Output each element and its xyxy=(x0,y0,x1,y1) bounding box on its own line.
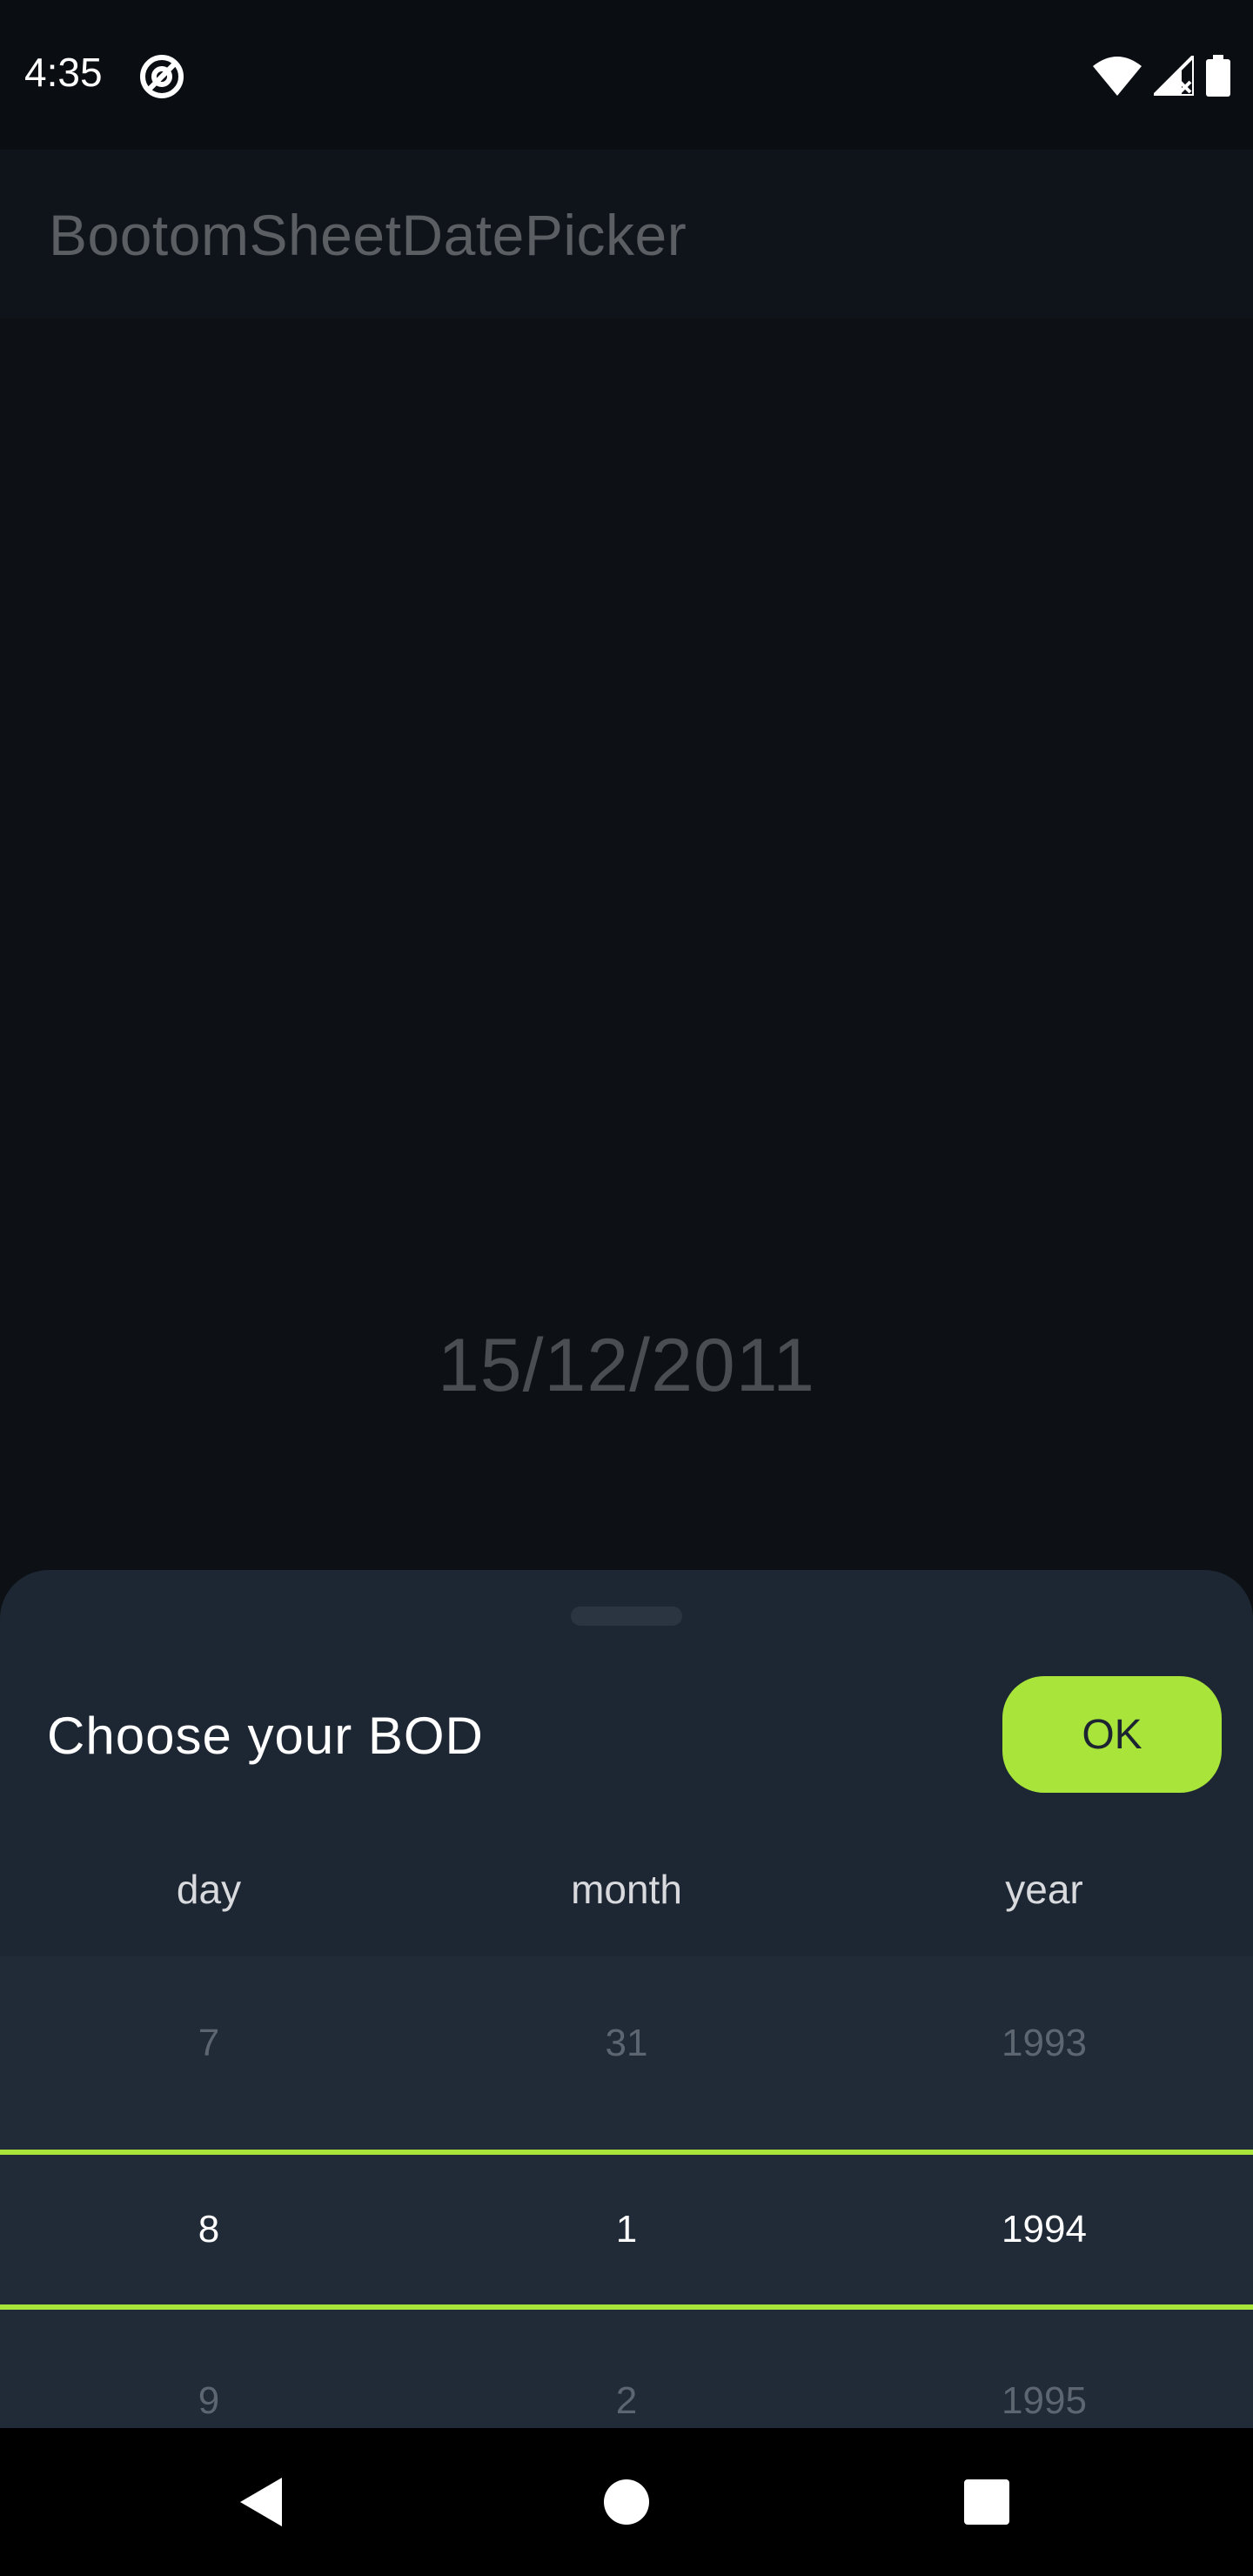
sheet-title: Choose your BOD xyxy=(47,1707,484,1765)
month-value[interactable]: 31 xyxy=(418,1956,835,2130)
home-icon xyxy=(604,2479,649,2525)
battery-icon xyxy=(1206,55,1230,97)
year-value-selected[interactable]: 1994 xyxy=(835,2155,1253,2304)
column-header-day: day xyxy=(176,1867,242,1912)
year-value[interactable]: 1993 xyxy=(835,1956,1253,2130)
recents-button[interactable] xyxy=(917,2428,1056,2576)
status-bar: 4:35 xyxy=(0,0,1253,150)
year-value[interactable]: 1995 xyxy=(835,2310,1253,2428)
back-icon xyxy=(240,2478,282,2526)
at-sign-icon xyxy=(140,55,184,98)
day-value[interactable]: 7 xyxy=(0,1956,418,2130)
navigation-bar xyxy=(0,2428,1253,2576)
column-header-year: year xyxy=(1005,1867,1083,1912)
back-button[interactable] xyxy=(191,2428,331,2576)
wifi-icon xyxy=(1093,57,1142,96)
signal-icon xyxy=(1154,56,1194,96)
day-value-selected[interactable]: 8 xyxy=(0,2155,418,2304)
month-value-selected[interactable]: 1 xyxy=(418,2155,835,2304)
picker-row-above[interactable]: 7 31 1993 xyxy=(0,1956,1253,2130)
ok-button[interactable]: OK xyxy=(1002,1676,1222,1793)
picker-row-selected[interactable]: 8 1 1994 xyxy=(0,2155,1253,2304)
picker-row-below[interactable]: 9 2 1995 xyxy=(0,2310,1253,2428)
app-title: BootomSheetDatePicker xyxy=(49,203,687,267)
bottom-sheet: Choose your BOD OK day month year 7 31 1… xyxy=(0,1570,1253,2428)
app-bar: BootomSheetDatePicker xyxy=(0,150,1253,319)
drag-handle[interactable] xyxy=(571,1607,682,1626)
home-button[interactable] xyxy=(557,2428,696,2576)
status-time: 4:35 xyxy=(24,50,103,95)
date-wheel-picker[interactable]: 7 31 1993 8 1 1994 9 2 1995 xyxy=(0,1956,1253,2428)
month-value[interactable]: 2 xyxy=(418,2310,835,2428)
recents-icon xyxy=(964,2479,1009,2525)
column-header-month: month xyxy=(571,1867,682,1912)
day-value[interactable]: 9 xyxy=(0,2310,418,2428)
selected-date: 15/12/2011 xyxy=(437,1324,816,1407)
